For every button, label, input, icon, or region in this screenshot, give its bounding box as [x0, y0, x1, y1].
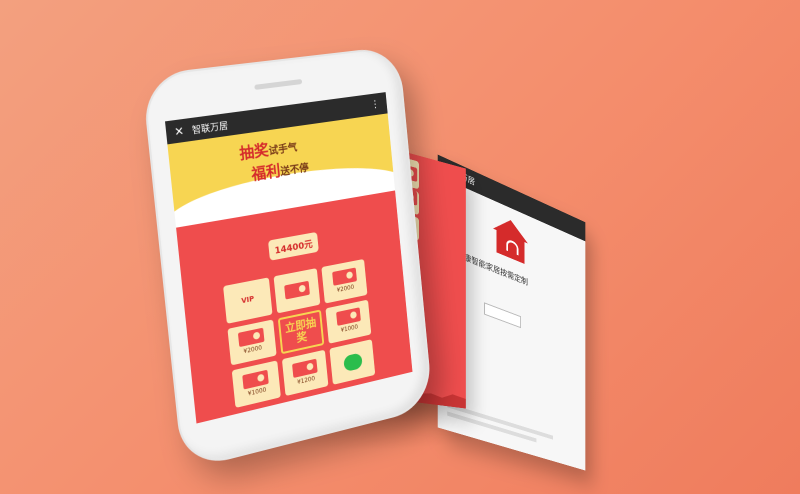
wechat-icon — [343, 352, 363, 372]
hero-line1-big: 抽奖 — [239, 140, 270, 163]
prize-value: ¥1200 — [297, 375, 315, 386]
prize-value: ¥2000 — [243, 345, 262, 356]
phone1-vip-cell[interactable]: VIP — [223, 277, 272, 323]
phone1-prize-cell[interactable]: ¥2000 — [227, 319, 276, 366]
hero-line2-big: 福利 — [251, 161, 282, 184]
prize-value: ¥2000 — [336, 284, 354, 294]
more-icon[interactable]: ⋮ — [370, 98, 380, 110]
prize-value: ¥1000 — [248, 387, 267, 398]
phone-screen: ✕ 智联万居 ⋮ 抽奖试手气 福利送不停 14400元 VIP ¥2000 ¥200… — [165, 92, 412, 423]
close-icon[interactable]: ✕ — [174, 124, 185, 139]
coupon-icon — [284, 281, 310, 300]
smart-home-logo-icon — [493, 212, 528, 267]
hero-line1-small: 试手气 — [268, 142, 298, 157]
phone1-prize-cell[interactable]: ¥1000 — [232, 361, 281, 408]
prize-value: ¥1000 — [340, 324, 358, 335]
phone1-draw-button[interactable]: 立即抽奖 — [277, 309, 324, 355]
style-select[interactable] — [484, 302, 521, 328]
vip-label: VIP — [241, 295, 255, 306]
prize-amount: 14400元 — [268, 232, 319, 261]
prize-grid: VIP ¥2000 ¥2000 立即抽奖 ¥1000 ¥1000 ¥1200 — [223, 259, 375, 408]
phone1-prize-cell[interactable]: ¥1200 — [282, 350, 329, 396]
phone-device: ✕ 智联万居 ⋮ 抽奖试手气 福利送不停 14400元 VIP ¥2000 ¥200… — [141, 46, 433, 472]
scene: 智联万居 健康智能家居按需定制 立即抽奖¥1000¥1200¥1000 — [0, 0, 800, 494]
hero-line2-small: 送不停 — [280, 163, 309, 178]
phone1-wechat-cell[interactable] — [330, 339, 376, 384]
text-line — [447, 403, 553, 440]
phone1-prize-cell[interactable]: ¥1000 — [326, 299, 372, 344]
phone1-draw-label: 立即抽奖 — [280, 316, 322, 348]
phone1-prize-cell[interactable] — [273, 268, 320, 313]
phone1-prize-cell[interactable]: ¥2000 — [322, 259, 368, 303]
